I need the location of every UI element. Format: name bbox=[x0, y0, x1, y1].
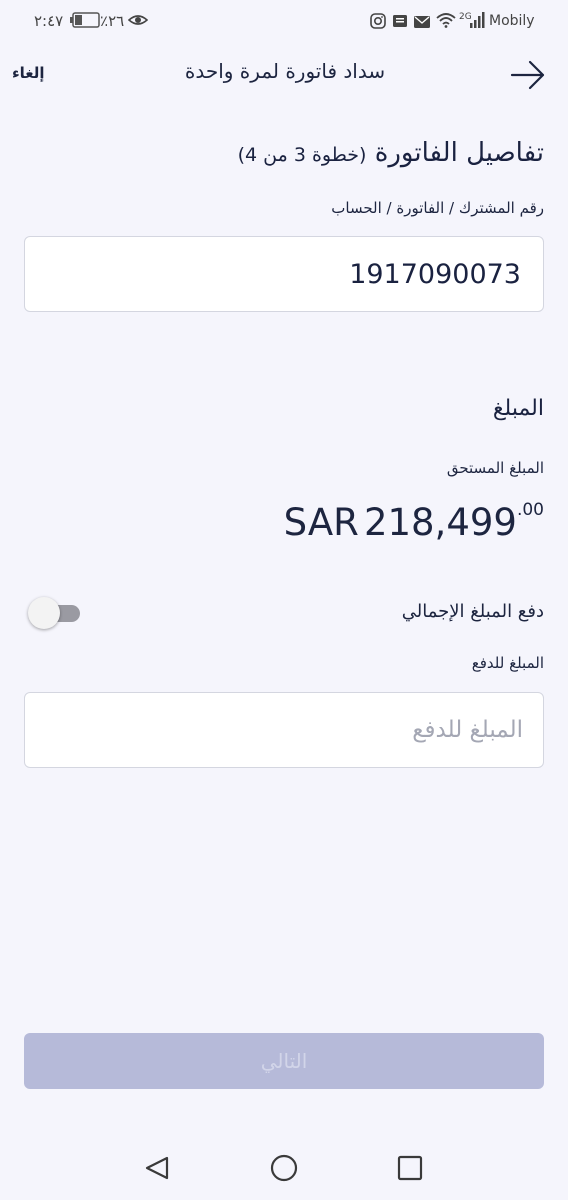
pay-amount-label: المبلغ للدفع bbox=[471, 654, 544, 672]
triangle-back-icon bbox=[145, 1156, 169, 1180]
next-button[interactable]: التالي bbox=[24, 1033, 544, 1089]
due-amount: SAR 218,499.00 bbox=[284, 500, 544, 544]
account-number-value: 1917090073 bbox=[349, 259, 521, 290]
page-title: سداد فاتورة لمرة واحدة bbox=[184, 59, 386, 83]
wifi-icon bbox=[436, 12, 456, 33]
pay-amount-field[interactable] bbox=[24, 692, 544, 768]
status-time: ٢:٤٧ bbox=[34, 12, 64, 30]
battery-icon bbox=[70, 12, 100, 33]
toggle-knob bbox=[28, 597, 60, 629]
carrier-name: Mobily bbox=[489, 13, 535, 29]
pay-total-label: دفع المبلغ الإجمالي bbox=[401, 601, 544, 622]
battery-percent: ٪٢٦ bbox=[100, 12, 125, 30]
signal-icon bbox=[470, 12, 486, 33]
instagram-icon bbox=[370, 13, 386, 34]
due-amount-currency: SAR bbox=[283, 501, 359, 544]
status-bar: ٢:٤٧ ٪٢٦ 2G Mobily bbox=[0, 0, 568, 44]
home-nav-button[interactable] bbox=[264, 1151, 304, 1185]
cancel-button[interactable]: إلغاء bbox=[12, 64, 45, 82]
back-button[interactable] bbox=[510, 59, 546, 91]
system-nav-bar bbox=[0, 1135, 568, 1200]
due-amount-decimal: .00 bbox=[516, 500, 544, 520]
step-indicator: (خطوة 3 من 4) bbox=[237, 144, 367, 166]
due-amount-label: المبلغ المستحق bbox=[446, 459, 544, 477]
amount-heading: المبلغ bbox=[492, 396, 544, 421]
due-amount-integer: 218,499 bbox=[363, 501, 517, 544]
notification-icon bbox=[392, 13, 408, 34]
pay-amount-input[interactable] bbox=[25, 693, 543, 767]
pay-total-toggle[interactable] bbox=[28, 596, 82, 630]
eye-comfort-icon bbox=[127, 12, 149, 33]
square-recents-icon bbox=[397, 1155, 423, 1181]
bill-details-title: تفاصيل الفاتورة bbox=[374, 138, 544, 168]
back-nav-button[interactable] bbox=[137, 1151, 177, 1185]
account-number-label: رقم المشترك / الفاتورة / الحساب bbox=[331, 199, 544, 217]
bill-details-heading: تفاصيل الفاتورة (خطوة 3 من 4) bbox=[238, 138, 544, 168]
arrow-right-icon bbox=[510, 60, 545, 90]
app-header: إلغاء سداد فاتورة لمرة واحدة bbox=[0, 44, 568, 108]
mail-icon bbox=[414, 14, 430, 34]
account-number-field[interactable]: 1917090073 bbox=[24, 236, 544, 312]
recents-nav-button[interactable] bbox=[390, 1151, 430, 1185]
circle-home-icon bbox=[270, 1154, 298, 1182]
